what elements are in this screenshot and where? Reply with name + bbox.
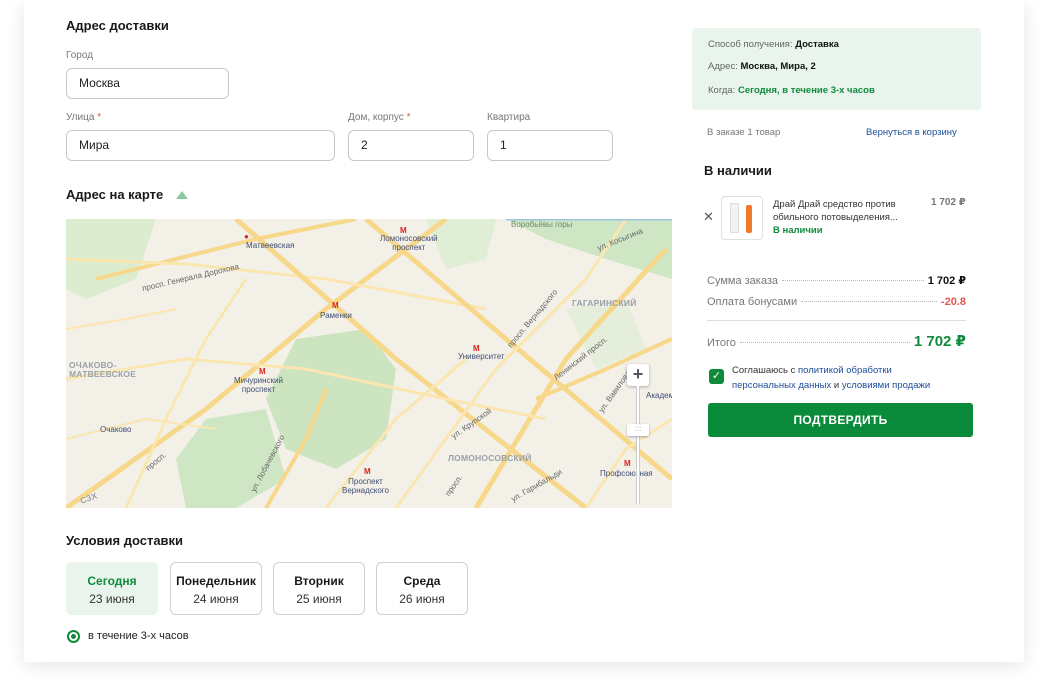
- total-row: Итого 1 702 ₽: [707, 332, 966, 350]
- consent-checkbox[interactable]: ✓: [709, 369, 724, 384]
- city-input[interactable]: Москва: [66, 68, 229, 99]
- apartment-input[interactable]: 1: [487, 130, 613, 161]
- map-label-lomonosovsky: Ломоносовский проспект: [380, 234, 438, 252]
- bonus-label: Оплата бонусами: [707, 296, 798, 308]
- map-label-gagarinsky: ГАГАРИНСКИЙ: [572, 298, 637, 308]
- time-option-label: в течение 3-х часов: [88, 630, 189, 642]
- map-label-ramenki: Раменки: [320, 311, 352, 320]
- metro-icon: M: [259, 367, 266, 376]
- divider: [707, 320, 966, 321]
- map-label-vorobyovy: Воробьёвы горы: [511, 220, 573, 229]
- back-to-cart-link[interactable]: Вернуться в корзину: [866, 127, 957, 138]
- map-label-universitet: Университет: [458, 352, 505, 361]
- day-option-monday[interactable]: Понедельник 24 июня: [170, 562, 262, 615]
- method-line: Способ получения: Доставка: [708, 39, 839, 50]
- day-name: Среда: [403, 574, 441, 588]
- apartment-label: Квартира: [487, 112, 531, 123]
- day-option-today[interactable]: Сегодня 23 июня: [66, 562, 158, 615]
- sum-label: Сумма заказа: [707, 275, 778, 287]
- terms-of-sale-link[interactable]: условиями продажи: [842, 380, 930, 391]
- order-count: В заказе 1 товар: [707, 127, 781, 138]
- map-label-lomonosovsky-district: ЛОМОНОСОВСКИЙ: [448, 453, 532, 463]
- metro-icon: M: [624, 459, 631, 468]
- map-label-michurinsky: Мичуринский проспект: [234, 376, 283, 394]
- total-value: 1 702 ₽: [913, 333, 966, 350]
- map-title: Адрес на карте: [66, 187, 164, 202]
- total-label: Итого: [707, 337, 736, 349]
- bonus-row: Оплата бонусами -20.8: [707, 296, 966, 308]
- address-line: Адрес: Москва, Мира, 2: [708, 61, 816, 72]
- remove-item-icon[interactable]: ✕: [703, 209, 714, 225]
- street-input[interactable]: Мира: [66, 130, 335, 161]
- house-label: Дом, корпус *: [348, 112, 411, 123]
- privacy-policy-link[interactable]: политикой обработки: [798, 365, 892, 376]
- sum-row: Сумма заказа 1 702 ₽: [707, 274, 966, 287]
- delivery-info-box: Способ получения: Доставка Адрес: Москва…: [692, 28, 981, 110]
- city-label: Город: [66, 50, 94, 61]
- delivery-title: Условия доставки: [66, 533, 184, 548]
- day-option-wednesday[interactable]: Среда 26 июня: [376, 562, 468, 615]
- metro-icon: M: [364, 467, 371, 476]
- day-date: 24 июня: [193, 592, 239, 606]
- in-stock-title: В наличии: [704, 163, 772, 178]
- day-date: 23 июня: [89, 592, 135, 606]
- product-price: 1 702 ₽: [931, 197, 966, 208]
- time-option-radio[interactable]: [67, 630, 80, 643]
- day-name: Сегодня: [87, 574, 137, 588]
- map-label-ochakovo-matveevskoe: ОЧАКОВО- МАТВЕЕВСКОЕ: [69, 360, 137, 379]
- zoom-slider-track[interactable]: [636, 386, 640, 504]
- triangle-up-icon[interactable]: [176, 191, 188, 199]
- map-label-prosp-vernadskogo: Проспект Вернадского: [342, 477, 389, 495]
- day-option-tuesday[interactable]: Вторник 25 июня: [273, 562, 365, 615]
- metro-icon: ●: [244, 232, 249, 241]
- product-box-shape: [730, 203, 739, 233]
- zoom-slider-handle[interactable]: :::: [627, 424, 649, 436]
- day-date: 25 июня: [296, 592, 342, 606]
- sum-value: 1 702 ₽: [927, 275, 966, 287]
- confirm-button[interactable]: ПОДТВЕРДИТЬ: [708, 403, 973, 437]
- product-bottle-shape: [746, 205, 752, 233]
- map[interactable]: Воробьёвы горы ● Матвеевская M Ломоносов…: [66, 219, 672, 508]
- bonus-value: -20.8: [940, 296, 966, 308]
- map-label-profsoyuz: Профсоюзная: [600, 469, 653, 478]
- street-label: Улица *: [66, 112, 102, 123]
- map-label-matveevskaya: Матвеевская: [246, 241, 295, 250]
- product-name[interactable]: Драй Драй средство против обильного пото…: [773, 198, 898, 224]
- day-name: Вторник: [294, 574, 344, 588]
- consent-text: Соглашаюсь с политикой обработки персона…: [732, 365, 931, 391]
- metro-icon: M: [332, 301, 339, 310]
- address-title: Адрес доставки: [66, 18, 169, 33]
- product-status: В наличии: [773, 225, 823, 236]
- day-name: Понедельник: [176, 574, 256, 588]
- privacy-policy-link-2[interactable]: персональных данных: [732, 380, 831, 391]
- map-label-akadem: Академ: [646, 391, 672, 400]
- product-image[interactable]: [721, 196, 763, 240]
- when-line: Когда: Сегодня, в течение 3-х часов: [708, 85, 875, 96]
- house-input[interactable]: 2: [348, 130, 474, 161]
- day-date: 26 июня: [399, 592, 445, 606]
- zoom-in-button[interactable]: +: [627, 364, 649, 386]
- map-label-ochakovo: Очаково: [100, 425, 132, 434]
